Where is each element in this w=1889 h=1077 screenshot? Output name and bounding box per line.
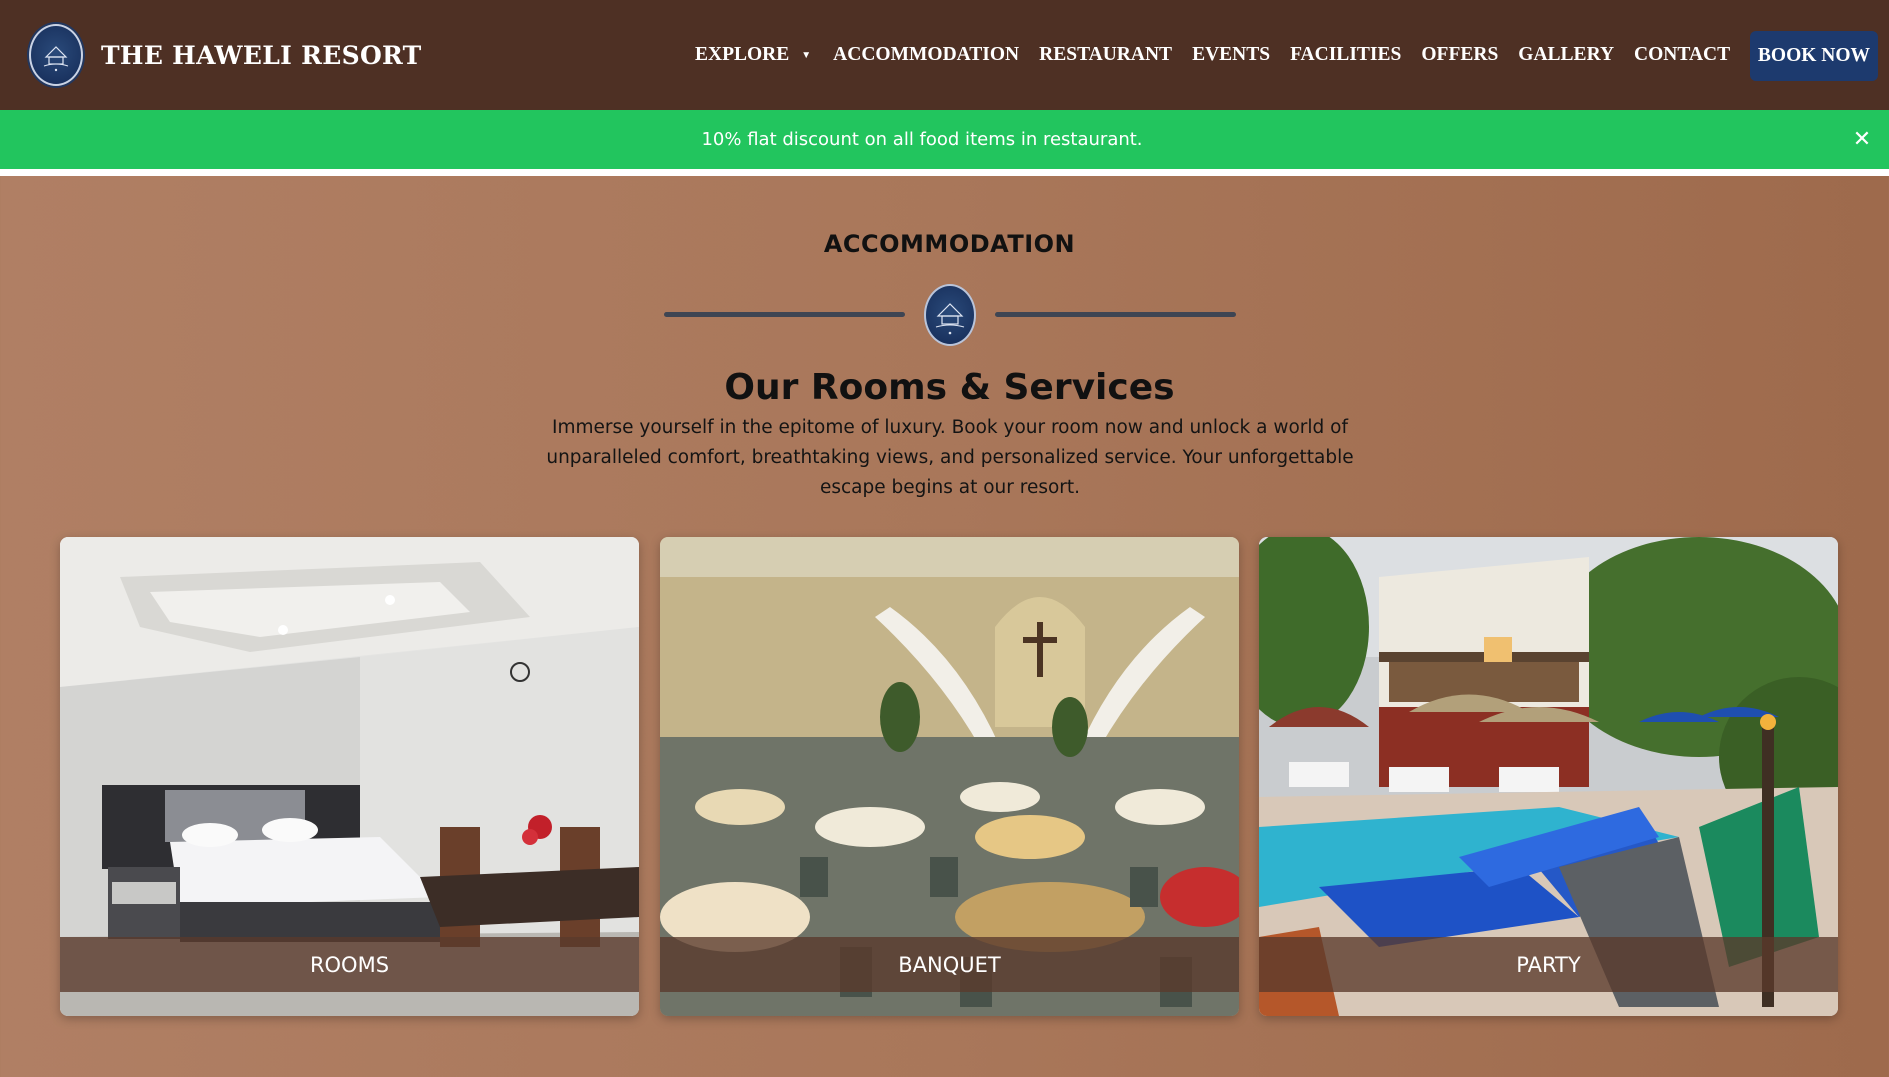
nav-accommodation[interactable]: ACCOMMODATION [833, 44, 1019, 66]
card-caption-banquet: BANQUET [660, 937, 1239, 992]
nav-explore[interactable]: EXPLORE ▼ [695, 44, 813, 66]
card-party[interactable]: PARTY [1259, 537, 1838, 1016]
card-caption-rooms: ROOMS [60, 937, 639, 992]
top-navbar: THE HAWELI RESORT EXPLORE ▼ ACCOMMODATIO… [0, 0, 1889, 110]
brand[interactable]: THE HAWELI RESORT [29, 24, 422, 86]
section-divider [664, 283, 1236, 347]
card-banquet[interactable]: BANQUET [660, 537, 1239, 1016]
nav-contact[interactable]: CONTACT [1634, 44, 1730, 66]
card-rooms[interactable]: ROOMS [60, 537, 639, 1016]
nav-restaurant[interactable]: RESTAURANT [1039, 44, 1172, 66]
divider-line-left [664, 312, 905, 317]
banner-text: 10% flat discount on all food items in r… [701, 129, 1143, 150]
brand-name[interactable]: THE HAWELI RESORT [101, 41, 422, 70]
nav-events[interactable]: EVENTS [1192, 44, 1270, 66]
nav-offers[interactable]: OFFERS [1421, 44, 1498, 66]
close-icon[interactable]: ✕ [1847, 124, 1877, 154]
nav-links: EXPLORE ▼ ACCOMMODATION RESTAURANT EVENT… [695, 0, 1750, 110]
discount-banner: 10% flat discount on all food items in r… [0, 110, 1889, 169]
card-caption-party: PARTY [1259, 937, 1838, 992]
nav-gallery[interactable]: GALLERY [1518, 44, 1614, 66]
caret-down-icon: ▼ [801, 49, 812, 61]
section-heading: Our Rooms & Services [724, 367, 1175, 408]
nav-facilities[interactable]: FACILITIES [1290, 44, 1401, 66]
resort-emblem-icon [924, 284, 976, 346]
nav-explore-label: EXPLORE [695, 44, 790, 65]
resort-logo-icon[interactable] [29, 24, 83, 86]
book-now-button[interactable]: BOOK NOW [1750, 31, 1878, 81]
section-description: Immerse yourself in the epitome of luxur… [546, 417, 1354, 498]
divider-strip [0, 169, 1889, 176]
section-label: ACCOMMODATION [823, 230, 1076, 258]
divider-line-right [995, 312, 1236, 317]
